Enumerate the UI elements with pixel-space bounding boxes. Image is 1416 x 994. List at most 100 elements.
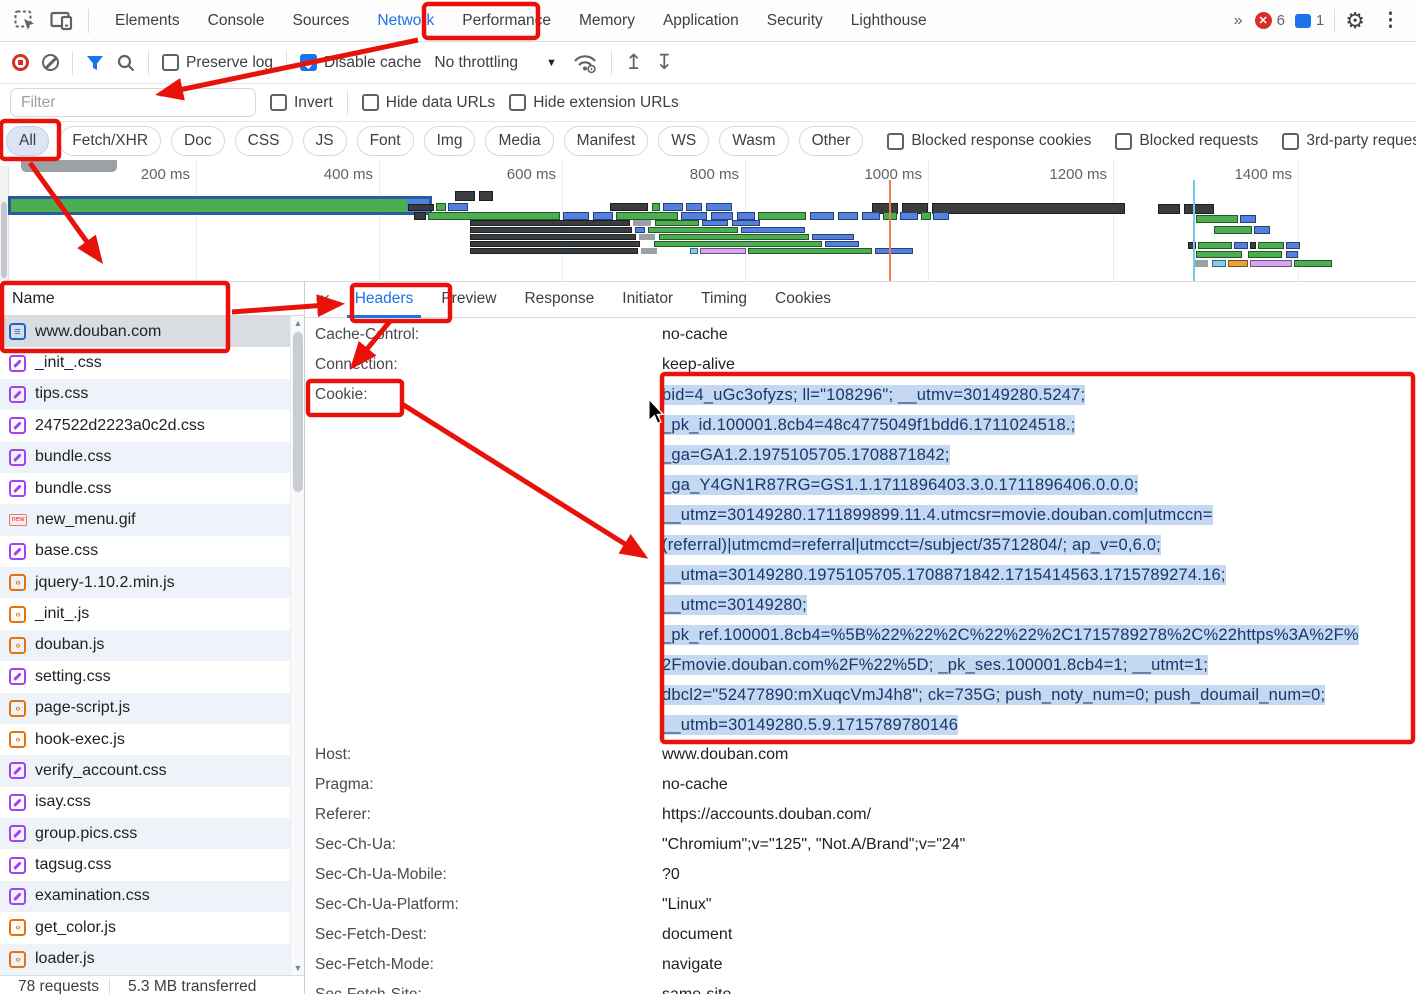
waterfall-bar [1254, 226, 1270, 234]
request-row[interactable]: tips.css [0, 379, 290, 410]
cookie-line-text: _pk_ref.100001.8cb4=%5B%22%22%2C%22%22%2… [662, 625, 1359, 645]
request-name: 247522d2223a0c2d.css [35, 417, 205, 435]
details-tab-initiator[interactable]: Initiator [608, 282, 687, 318]
cookie-line: __utmc=30149280; [662, 590, 1412, 620]
chip-other[interactable]: Other [799, 126, 864, 156]
tab-performance[interactable]: Performance [448, 0, 565, 42]
filter-checkbox-invert[interactable]: Invert [270, 94, 333, 112]
request-row[interactable]: verify_account.css [0, 755, 290, 786]
toolbar-divider [611, 51, 612, 75]
cookie-line-text: __utmz=30149280.1711899899.11.4.utmcsr=m… [662, 505, 1213, 525]
request-row[interactable]: isay.css [0, 787, 290, 818]
device-toolbar-icon[interactable] [50, 11, 74, 31]
error-badge[interactable]: ✕ 6 [1255, 12, 1285, 29]
tab-elements[interactable]: Elements [101, 0, 194, 42]
tab-sources[interactable]: Sources [279, 0, 364, 42]
chip-checkbox-blocked-response-cookies[interactable]: Blocked response cookies [887, 132, 1091, 150]
overview-scroll-thumb[interactable] [1, 202, 7, 278]
issues-badge[interactable]: 1 [1295, 12, 1324, 29]
chip-checkbox-blocked-requests[interactable]: Blocked requests [1115, 132, 1258, 150]
disable-cache-checkbox[interactable]: Disable cache [300, 54, 421, 72]
chip-all[interactable]: All [6, 126, 49, 156]
inspect-element-icon[interactable] [14, 10, 36, 32]
tab-network[interactable]: Network [363, 0, 448, 42]
waterfall-bar [862, 212, 880, 220]
checkbox-unchecked-icon [1115, 133, 1132, 150]
js-file-icon [9, 731, 26, 748]
request-row[interactable]: base.css [0, 536, 290, 567]
tab-security[interactable]: Security [753, 0, 837, 42]
request-row[interactable]: tagsug.css [0, 849, 290, 880]
request-row[interactable]: douban.js [0, 630, 290, 661]
tab-console[interactable]: Console [194, 0, 279, 42]
waterfall-bar [436, 203, 446, 211]
filter-input[interactable] [10, 88, 256, 117]
details-tab-response[interactable]: Response [510, 282, 608, 318]
search-icon[interactable] [117, 54, 135, 72]
chip-manifest[interactable]: Manifest [564, 126, 649, 156]
request-row[interactable]: get_color.js [0, 912, 290, 943]
chip-fetch-xhr[interactable]: Fetch/XHR [59, 126, 161, 156]
chip-js[interactable]: JS [303, 126, 347, 156]
chip-css[interactable]: CSS [235, 126, 293, 156]
details-tab-preview[interactable]: Preview [427, 282, 510, 318]
details-tab-timing[interactable]: Timing [687, 282, 761, 318]
waterfall-bar [686, 203, 702, 211]
details-tab-headers[interactable]: Headers [341, 282, 428, 318]
filter-checkbox-hide-extension-urls[interactable]: Hide extension URLs [509, 94, 679, 112]
header-row: Cache-Control:no-cache [305, 320, 1416, 350]
request-row[interactable]: bundle.css [0, 442, 290, 473]
more-tabs-chevron[interactable]: » [1230, 12, 1245, 30]
request-row[interactable]: www.douban.com [0, 316, 290, 347]
request-row[interactable]: _init_.js [0, 598, 290, 629]
details-tab-cookies[interactable]: Cookies [761, 282, 845, 318]
request-row[interactable]: group.pics.css [0, 818, 290, 849]
chip-ws[interactable]: WS [658, 126, 709, 156]
waterfall-bar [810, 212, 834, 220]
scroll-down-icon[interactable]: ▼ [291, 961, 305, 975]
checkbox-unchecked-icon [509, 94, 526, 111]
clear-button[interactable] [42, 54, 59, 71]
request-row[interactable]: hook-exec.js [0, 724, 290, 755]
kebab-menu-icon[interactable]: ⋮ [1375, 9, 1406, 32]
waterfall-bar [1248, 251, 1282, 258]
filter-checkbox-hide-data-urls[interactable]: Hide data URLs [362, 94, 495, 112]
header-name: Sec-Fetch-Mode: [305, 950, 662, 980]
request-row[interactable]: jquery-1.10.2.min.js [0, 567, 290, 598]
chip-img[interactable]: Img [424, 126, 476, 156]
chip-font[interactable]: Font [357, 126, 414, 156]
throttling-select[interactable]: No throttling ▼ [434, 54, 558, 72]
name-column-header[interactable]: Name [0, 282, 304, 316]
close-icon[interactable]: ✕ [305, 291, 341, 308]
request-list-scrollbar[interactable]: ▲ ▼ [290, 316, 304, 975]
request-row[interactable]: examination.css [0, 881, 290, 912]
chip-doc[interactable]: Doc [171, 126, 225, 156]
filter-icon[interactable] [86, 55, 104, 71]
request-row[interactable]: new_menu.gif [0, 504, 290, 535]
cookie-header-value[interactable]: bid=4_uGc3ofyzs; ll="108296"; __utmv=301… [662, 380, 1416, 740]
chip-media[interactable]: Media [485, 126, 553, 156]
chip-checkbox-3rd-party-requests[interactable]: 3rd-party requests [1282, 132, 1416, 150]
scroll-thumb[interactable] [293, 332, 303, 492]
network-overview[interactable]: 200 ms400 ms600 ms800 ms1000 ms1200 ms14… [0, 160, 1416, 282]
request-row[interactable]: _init_.css [0, 347, 290, 378]
header-value: ?0 [662, 860, 1416, 890]
export-har-icon[interactable]: ↧ [655, 52, 673, 73]
settings-gear-icon[interactable]: ⚙ [1345, 8, 1365, 34]
tab-application[interactable]: Application [649, 0, 753, 42]
tab-memory[interactable]: Memory [565, 0, 649, 42]
network-conditions-icon[interactable] [572, 52, 598, 74]
overview-scrollbar[interactable] [0, 166, 9, 281]
header-name: Sec-Fetch-Site: [305, 980, 662, 994]
request-row[interactable]: 247522d2223a0c2d.css [0, 410, 290, 441]
import-har-icon[interactable]: ↥ [625, 52, 643, 73]
scroll-up-icon[interactable]: ▲ [291, 316, 305, 330]
request-row[interactable]: bundle.css [0, 473, 290, 504]
preserve-log-checkbox[interactable]: Preserve log [162, 54, 273, 72]
tab-lighthouse[interactable]: Lighthouse [837, 0, 941, 42]
request-row[interactable]: loader.js [0, 944, 290, 975]
request-row[interactable]: setting.css [0, 661, 290, 692]
chip-wasm[interactable]: Wasm [719, 126, 788, 156]
request-row[interactable]: page-script.js [0, 693, 290, 724]
record-button[interactable] [12, 54, 29, 71]
